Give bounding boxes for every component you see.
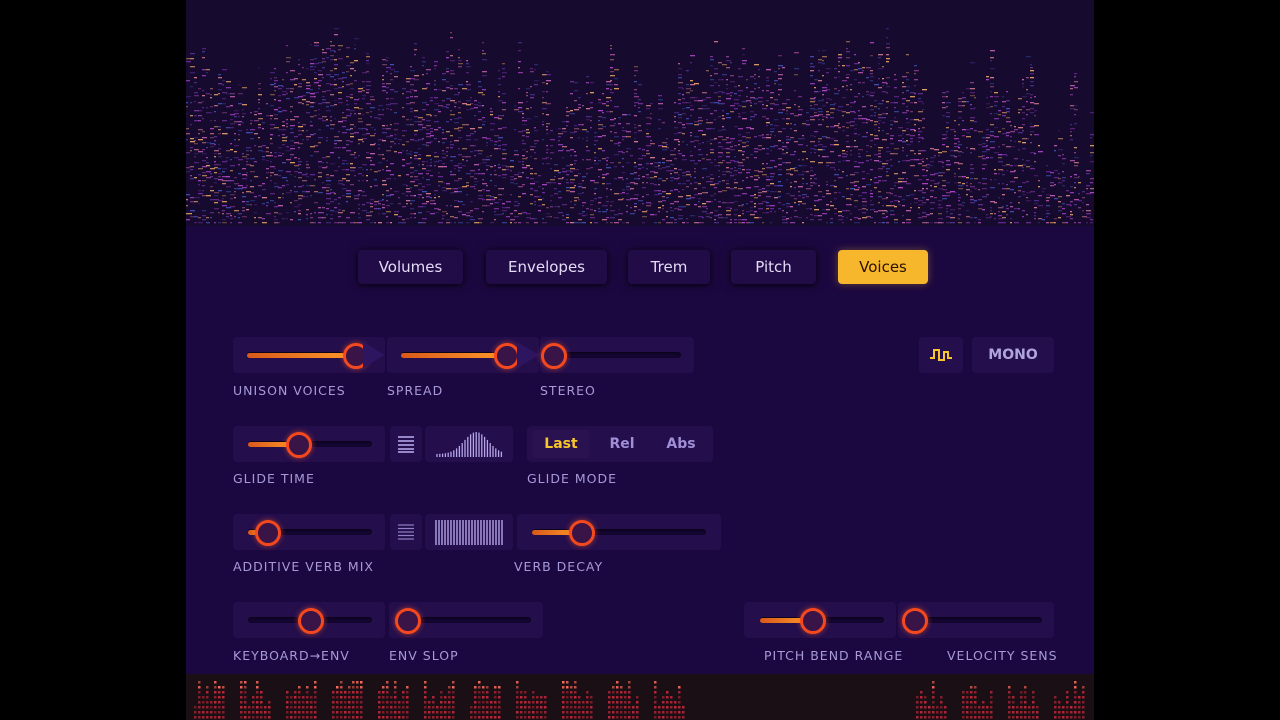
legato-step-icon [930, 349, 952, 361]
verb-list-button[interactable] [390, 514, 422, 550]
verb-decay-knob[interactable] [568, 520, 595, 546]
tab-voices[interactable]: Voices [838, 250, 928, 284]
glide-mode-segmented[interactable]: Last Rel Abs [527, 426, 713, 462]
keyboard-env-slider[interactable] [233, 602, 385, 638]
glide-time-label: GLIDE TIME [233, 471, 315, 486]
spectrogram-display [186, 0, 1094, 226]
keyboard-env-knob[interactable] [298, 608, 324, 634]
tab-volumes[interactable]: Volumes [358, 250, 463, 284]
velocity-sens-label: VELOCITY SENS [947, 648, 1058, 663]
level-meter-strip [186, 674, 1094, 720]
glide-mode-rel[interactable]: Rel [594, 430, 650, 458]
legato-toggle-button[interactable] [919, 337, 963, 373]
pitch-bend-range-label: PITCH BEND RANGE [764, 648, 904, 663]
unison-voices-fill [247, 353, 355, 358]
uniform-bars-icon [435, 520, 503, 545]
chain-arrow [517, 342, 539, 368]
stereo-slider[interactable] [540, 337, 694, 373]
bell-curve-bars-icon [436, 432, 503, 457]
spread-fill [401, 353, 507, 358]
velocity-sens-slider[interactable] [898, 602, 1054, 638]
stereo-knob[interactable] [541, 343, 567, 369]
glide-mode-label: GLIDE MODE [527, 471, 617, 486]
glide-time-knob[interactable] [285, 432, 312, 458]
mono-button[interactable]: MONO [972, 337, 1054, 373]
chain-arrow [363, 342, 385, 368]
stereo-label: STEREO [540, 383, 596, 398]
glide-mode-last[interactable]: Last [533, 430, 589, 458]
spread-label: SPREAD [387, 383, 444, 398]
pitch-bend-range-slider[interactable] [744, 602, 896, 638]
glide-list-button[interactable] [390, 426, 422, 462]
synth-app: Volumes Envelopes Trem Pitch Voices UNIS… [186, 0, 1094, 720]
tab-envelopes[interactable]: Envelopes [486, 250, 607, 284]
pitch-bend-range-knob[interactable] [800, 608, 827, 634]
verb-decay-slider[interactable] [517, 514, 721, 550]
mono-button-label: MONO [988, 347, 1038, 363]
tab-bar: Volumes Envelopes Trem Pitch Voices [186, 250, 1094, 284]
verb-bars-display[interactable] [425, 514, 513, 550]
glide-mode-abs[interactable]: Abs [653, 430, 709, 458]
unison-voices-label: UNISON VOICES [233, 383, 346, 398]
env-slop-slider[interactable] [389, 602, 543, 638]
glide-curve-display[interactable] [425, 426, 513, 462]
list-lines-icon [398, 524, 414, 540]
additive-verb-mix-label: ADDITIVE VERB MIX [233, 559, 374, 574]
additive-verb-mix-slider[interactable] [233, 514, 385, 550]
verb-decay-label: VERB DECAY [514, 559, 604, 574]
glide-time-slider[interactable] [233, 426, 385, 462]
tab-pitch[interactable]: Pitch [731, 250, 816, 284]
env-slop-knob[interactable] [395, 608, 421, 634]
tab-trem[interactable]: Trem [628, 250, 710, 284]
list-lines-icon [398, 436, 414, 453]
env-slop-label: ENV SLOP [389, 648, 459, 663]
velocity-sens-knob[interactable] [902, 608, 928, 634]
keyboard-env-label: KEYBOARD→ENV [233, 648, 350, 663]
additive-verb-mix-knob[interactable] [254, 520, 281, 546]
